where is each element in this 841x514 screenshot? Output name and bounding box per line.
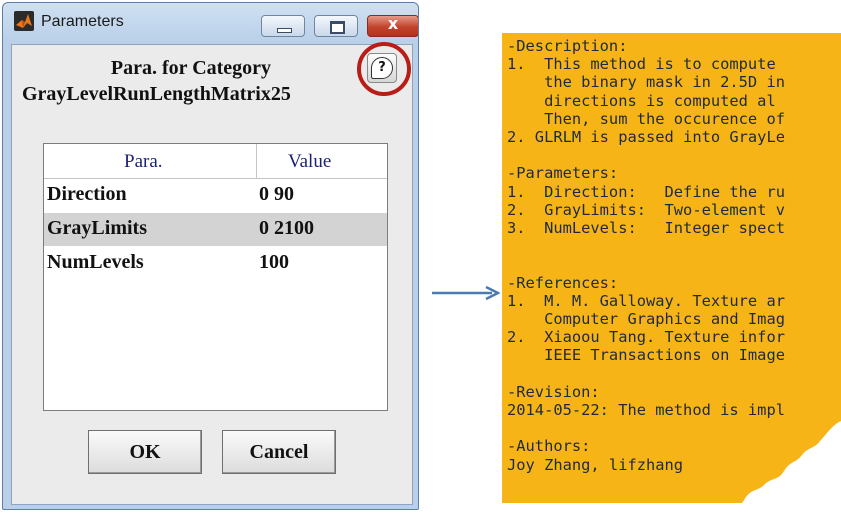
help-text-line bbox=[507, 255, 785, 273]
window-title: Parameters bbox=[41, 13, 124, 30]
maximize-button[interactable] bbox=[314, 15, 358, 37]
dialog-content: Para. for Category GrayLevelRunLengthMat… bbox=[11, 42, 413, 505]
help-text-line: 2. GrayLimits: Two-element v bbox=[507, 200, 785, 219]
param-value[interactable]: 0 2100 bbox=[259, 217, 314, 240]
help-text-line bbox=[507, 146, 785, 164]
param-name: Direction bbox=[47, 183, 127, 205]
cancel-button[interactable]: Cancel bbox=[222, 430, 336, 474]
help-text-line: 2014-05-22: The method is impl bbox=[507, 401, 785, 420]
help-text-line: IEEE Transactions on Image bbox=[507, 346, 785, 365]
help-text-line: 1. Direction: Define the ru bbox=[507, 182, 785, 201]
param-name: GrayLimits bbox=[47, 217, 147, 239]
help-text-line: -Revision: bbox=[507, 382, 600, 401]
help-text-line: Joy Zhang, lifzhang bbox=[507, 455, 684, 474]
close-button[interactable]: x bbox=[367, 14, 418, 37]
title-bar[interactable]: Parameters x bbox=[3, 3, 418, 43]
param-value[interactable]: 0 90 bbox=[259, 183, 294, 206]
parameter-table[interactable]: Para. Value Direction 0 90 GrayLimits 0 … bbox=[43, 143, 388, 411]
arrow-right-icon bbox=[432, 285, 500, 301]
help-description-text: -Description: 1. This method is to comput… bbox=[507, 37, 785, 474]
help-text-line: 1. M. M. Galloway. Texture ar bbox=[507, 291, 785, 310]
help-text-line bbox=[507, 237, 785, 255]
ok-button[interactable]: OK bbox=[88, 430, 202, 474]
close-icon: x bbox=[387, 14, 399, 33]
table-row-selected[interactable]: GrayLimits 0 2100 bbox=[44, 213, 387, 246]
parameters-dialog: Parameters x Para. for Category GrayLeve… bbox=[2, 2, 419, 510]
help-text-line: 3. NumLevels: Integer spect bbox=[507, 219, 785, 238]
param-value[interactable]: 100 bbox=[259, 251, 289, 274]
minimize-button[interactable] bbox=[261, 15, 305, 37]
column-header-value[interactable]: Value bbox=[288, 151, 331, 173]
table-row[interactable]: NumLevels 100 bbox=[44, 247, 387, 280]
help-text-line: -References: bbox=[507, 273, 619, 292]
help-text-line: directions is computed al bbox=[507, 91, 776, 110]
param-name: NumLevels bbox=[47, 251, 144, 273]
help-text-line: -Authors: bbox=[507, 437, 591, 456]
help-text-panel: -Description: 1. This method is to comput… bbox=[502, 33, 841, 503]
help-text-line bbox=[507, 419, 785, 437]
highlight-circle bbox=[357, 42, 411, 96]
help-text-line: the binary mask in 2.5D in bbox=[507, 73, 785, 92]
table-header: Para. Value bbox=[44, 144, 387, 179]
help-text-line: Computer Graphics and Imag bbox=[507, 310, 785, 329]
help-text-line: 1. This method is to compute bbox=[507, 55, 776, 74]
category-name: GrayLevelRunLengthMatrix25 bbox=[22, 83, 291, 105]
help-text-line bbox=[507, 365, 785, 383]
help-text-line: Then, sum the occurence of bbox=[507, 109, 785, 128]
column-divider[interactable] bbox=[256, 144, 257, 178]
dialog-heading: Para. for Category bbox=[110, 57, 272, 79]
help-text-line: -Parameters: bbox=[507, 164, 619, 183]
table-row[interactable]: Direction 0 90 bbox=[44, 179, 387, 212]
help-text-line: 2. Xiaoou Tang. Texture infor bbox=[507, 328, 785, 347]
help-text-line: -Description: bbox=[507, 37, 628, 55]
column-header-para[interactable]: Para. bbox=[124, 151, 163, 173]
matlab-icon bbox=[14, 11, 34, 31]
help-text-line: 2. GLRLM is passed into GrayLe bbox=[507, 128, 785, 147]
